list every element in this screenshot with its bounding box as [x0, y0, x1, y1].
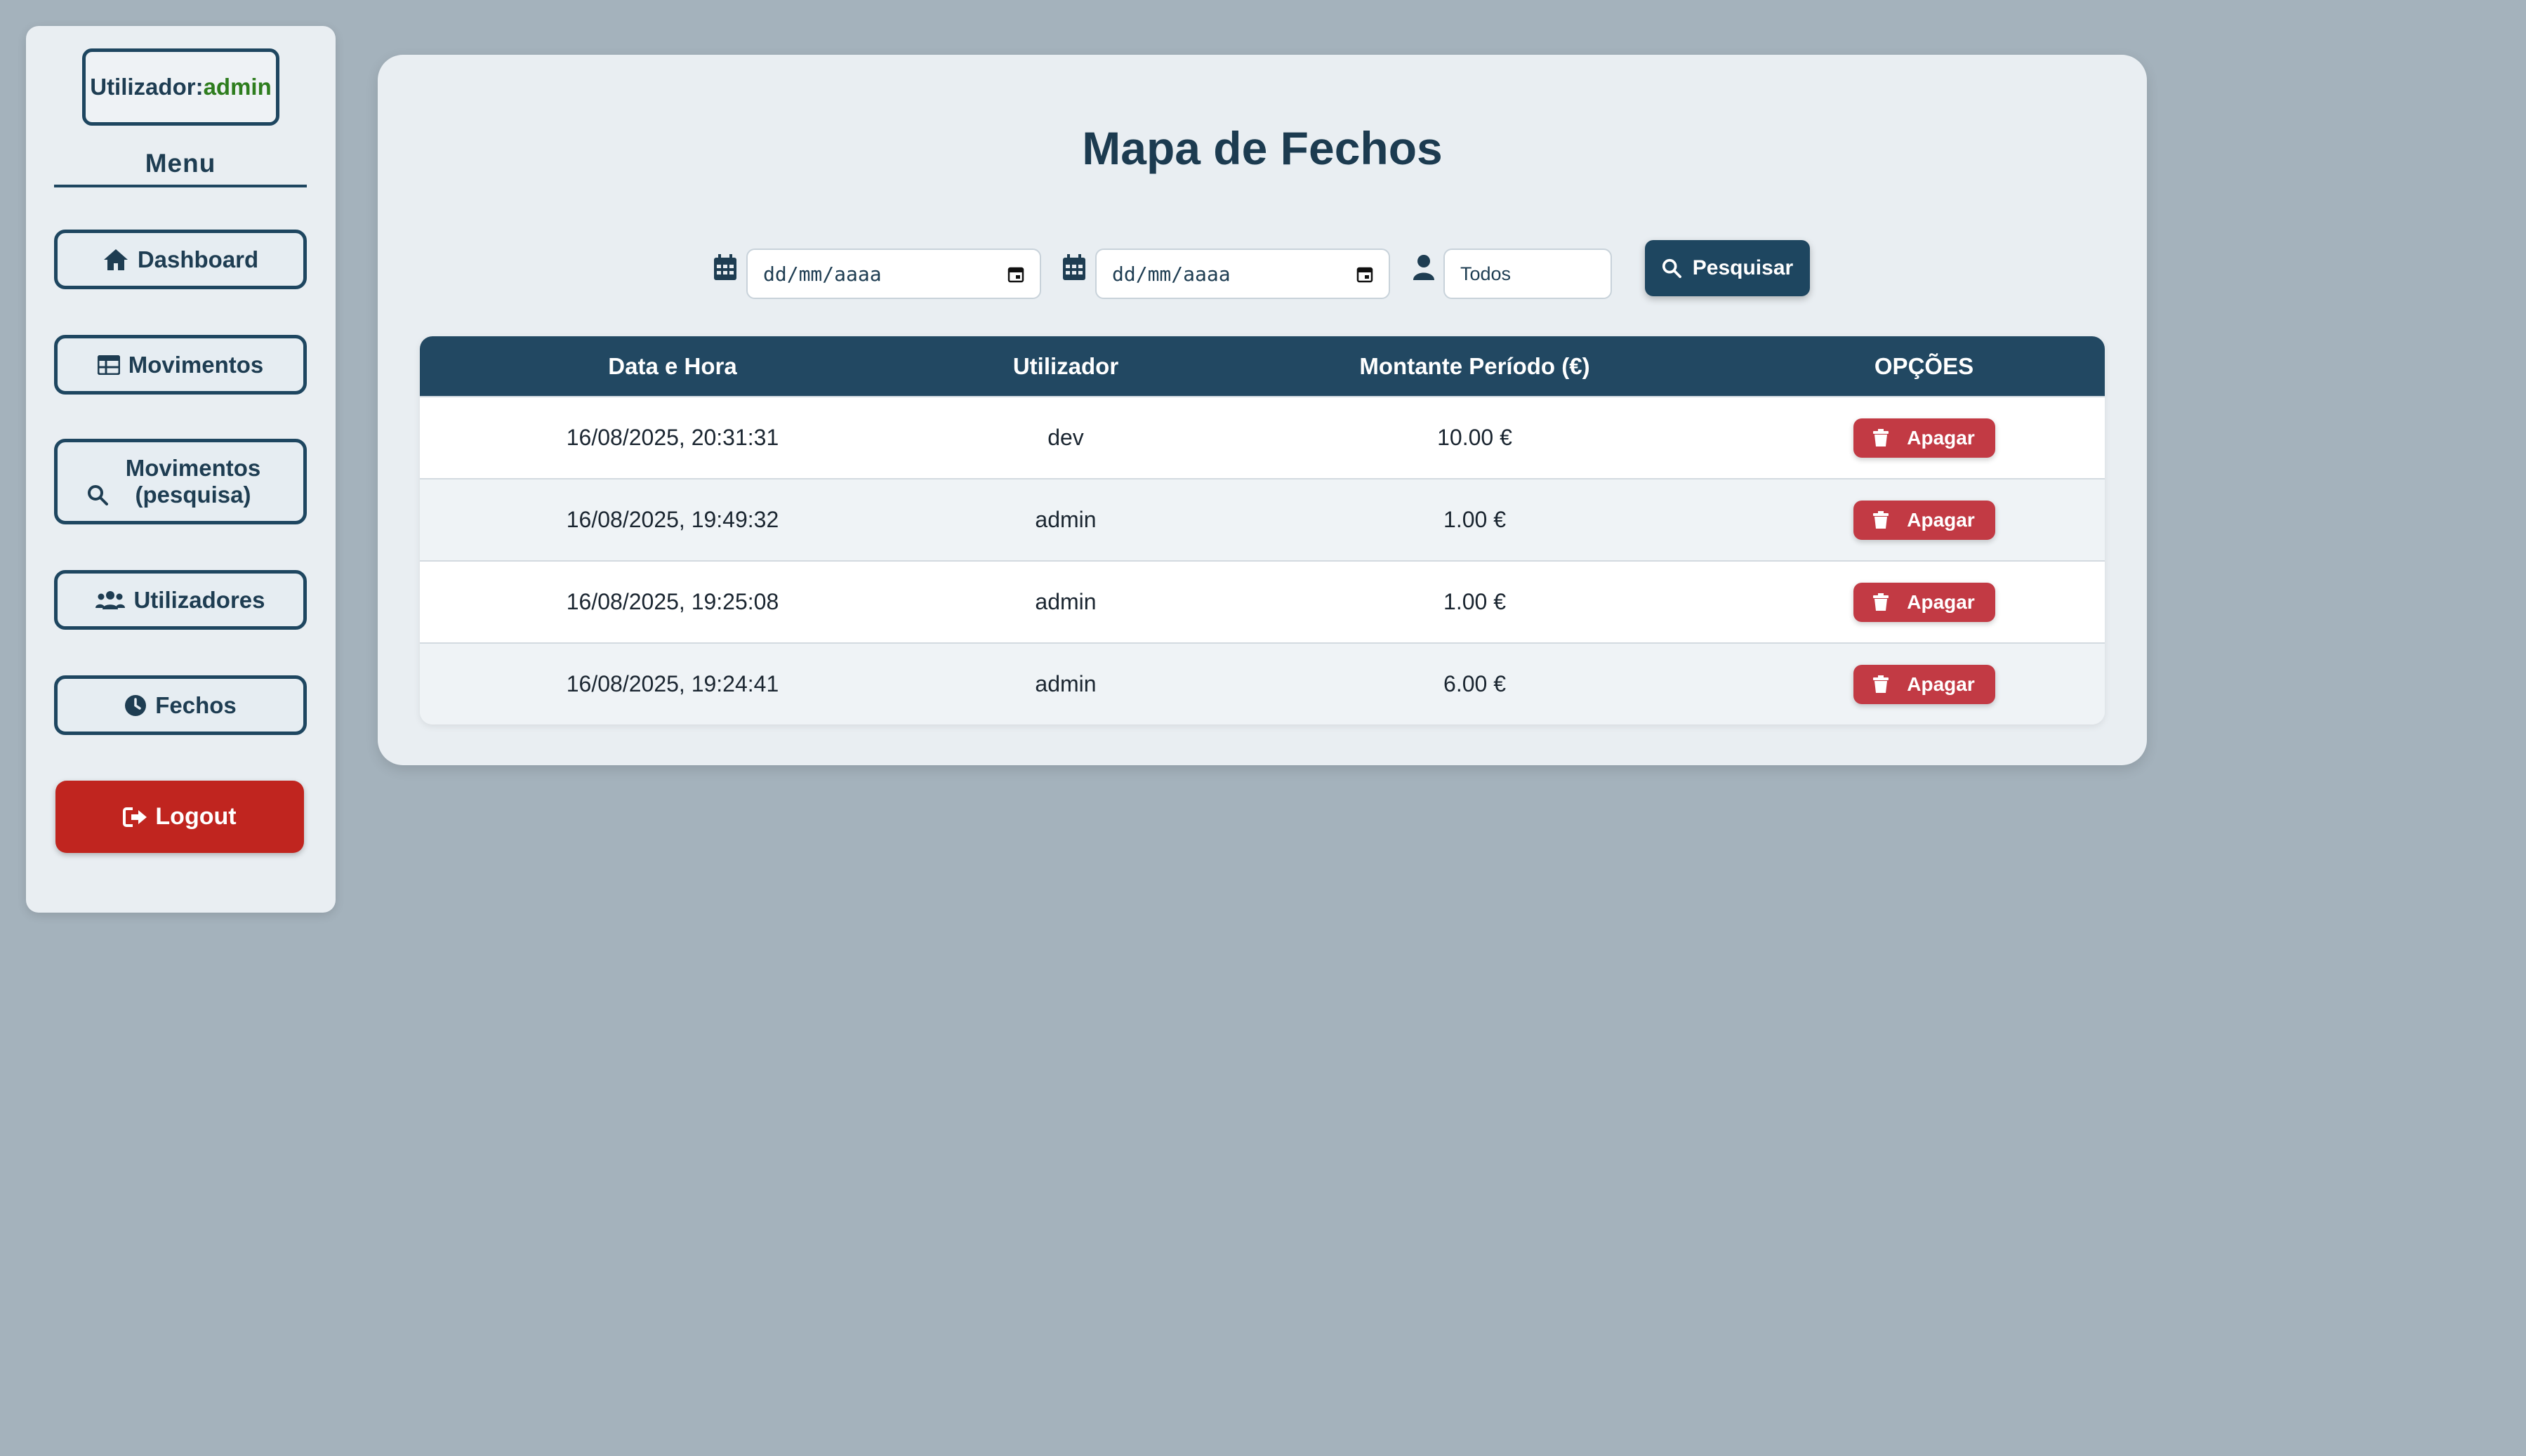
column-header: Utilizador [1012, 352, 1119, 379]
users-icon [95, 590, 126, 609]
logout-label: Logout [155, 803, 237, 830]
nav-movimentos-label: Movimentos [128, 351, 264, 378]
trash-icon [1873, 428, 1889, 446]
date-from-placeholder: dd/mm/aaaa [763, 262, 882, 286]
table-row: 16/08/2025, 19:24:41 admin 6.00 € Apagar [420, 642, 2105, 724]
cell-amount: 6.00 € [1443, 671, 1506, 696]
trash-icon [1873, 593, 1889, 611]
cell-amount: 1.00 € [1443, 589, 1506, 614]
trash-icon [1873, 675, 1889, 693]
column-header: OPÇÕES [1874, 352, 1974, 379]
main-panel: Mapa de Fechos dd/mm/aaaa dd/mm/aaaa Tod… [378, 55, 2147, 765]
trash-icon [1873, 510, 1889, 529]
date-from-input[interactable]: dd/mm/aaaa [746, 249, 1041, 299]
nav-dashboard-button[interactable]: Dashboard [54, 230, 307, 289]
search-icon [1662, 258, 1681, 278]
home-icon [103, 249, 128, 270]
filters-bar: dd/mm/aaaa dd/mm/aaaa Todos Pesquisar [378, 239, 2147, 302]
user-icon [1413, 255, 1434, 280]
cell-user: admin [1035, 671, 1097, 696]
cell-user: admin [1035, 589, 1097, 614]
nav-utilizadores-label: Utilizadores [133, 586, 265, 613]
nav-fechos-label: Fechos [155, 691, 237, 718]
table-row: 16/08/2025, 19:25:08 admin 1.00 € Apagar [420, 560, 2105, 642]
logout-icon [123, 807, 147, 827]
delete-label: Apagar [1907, 673, 1975, 695]
date-to-placeholder: dd/mm/aaaa [1112, 262, 1231, 286]
fechos-table: Data e Hora Utilizador Montante Período … [420, 336, 2105, 724]
user-filter-value: Todos [1460, 263, 1512, 284]
cell-user: admin [1035, 507, 1097, 532]
nav-movimentos-pesquisa-button[interactable]: Movimentos (pesquisa) [54, 439, 307, 524]
calendar-picker-icon[interactable] [1356, 266, 1373, 283]
table-row: 16/08/2025, 20:31:31 dev 10.00 € Apagar [420, 396, 2105, 478]
logout-button[interactable]: Logout [55, 781, 304, 853]
calendar-icon [1063, 254, 1085, 280]
delete-button[interactable]: Apagar [1853, 500, 1995, 540]
page-title: Mapa de Fechos [1082, 122, 1443, 174]
calendar-picker-icon[interactable] [1007, 266, 1024, 283]
cell-amount: 10.00 € [1437, 425, 1512, 450]
table-row: 16/08/2025, 19:49:32 admin 1.00 € Apagar [420, 478, 2105, 560]
delete-button[interactable]: Apagar [1853, 664, 1995, 704]
user-label: Utilizador: [90, 74, 204, 100]
user-badge: Utilizador: admin [82, 48, 279, 126]
delete-label: Apagar [1907, 508, 1975, 531]
cell-datetime: 16/08/2025, 19:24:41 [566, 671, 779, 696]
search-button[interactable]: Pesquisar [1645, 240, 1810, 296]
sidebar: Utilizador: admin Menu Dashboard Moviment… [26, 26, 336, 913]
delete-label: Apagar [1907, 590, 1975, 613]
nav-movimentos-button[interactable]: Movimentos [54, 335, 307, 395]
nav-utilizadores-button[interactable]: Utilizadores [54, 570, 307, 630]
nav-dashboard-label: Dashboard [137, 246, 259, 272]
table-header: Data e Hora Utilizador Montante Período … [420, 336, 2105, 396]
delete-label: Apagar [1907, 426, 1975, 449]
search-button-label: Pesquisar [1692, 256, 1794, 279]
table-icon [97, 355, 120, 375]
delete-button[interactable]: Apagar [1853, 418, 1995, 458]
search-icon [88, 485, 108, 505]
column-header: Data e Hora [608, 352, 737, 379]
user-name: admin [203, 74, 272, 100]
nav-fechos-button[interactable]: Fechos [54, 675, 307, 735]
column-header: Montante Período (€) [1359, 352, 1590, 379]
cell-datetime: 16/08/2025, 19:25:08 [566, 589, 779, 614]
cell-datetime: 16/08/2025, 19:49:32 [566, 507, 779, 532]
date-to-input[interactable]: dd/mm/aaaa [1095, 249, 1390, 299]
user-filter-input[interactable]: Todos [1443, 249, 1612, 299]
cell-datetime: 16/08/2025, 20:31:31 [566, 425, 779, 450]
clock-icon [125, 694, 147, 716]
calendar-icon [714, 254, 736, 280]
cell-amount: 1.00 € [1443, 507, 1506, 532]
nav-movimentos-pesquisa-label: Movimentos (pesquisa) [125, 455, 261, 508]
cell-user: dev [1047, 425, 1084, 450]
menu-title: Menu [54, 149, 307, 187]
delete-button[interactable]: Apagar [1853, 582, 1995, 622]
